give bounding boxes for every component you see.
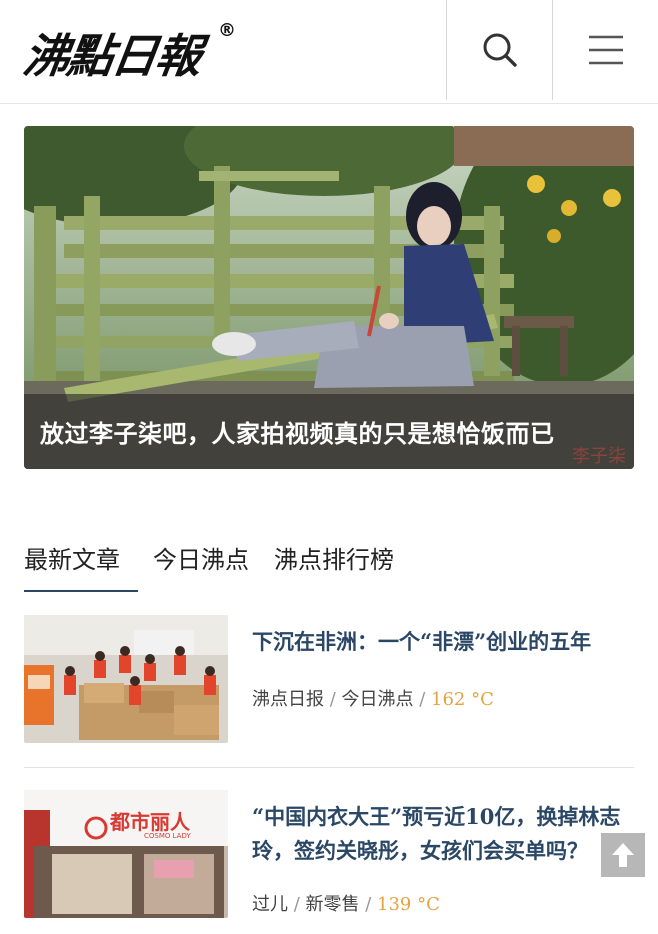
hero-title[interactable]: 放过李子柒吧，人家拍视频真的只是想恰饭而已 — [40, 414, 555, 449]
site-header: 沸點日報 ® — [0, 0, 658, 104]
site-logo[interactable]: 沸點日報 ® — [20, 14, 244, 90]
active-tab-underline — [24, 590, 138, 592]
hamburger-menu-icon — [588, 35, 623, 65]
article-thumbnail: 都市丽人 COSMO LADY — [24, 790, 228, 918]
article-title[interactable]: “中国内衣大王”预亏近10亿，换掉林志玲，签约关晓彤，女孩们会买单吗？ — [252, 800, 637, 868]
search-icon — [483, 33, 517, 67]
meta-separator: / — [324, 689, 342, 710]
article-section[interactable]: 新零售 — [306, 894, 360, 915]
article-item[interactable]: 都市丽人 COSMO LADY “中国内衣大王”预亏近10亿，换掉林志玲，签约关… — [24, 790, 634, 918]
registered-mark: ® — [218, 20, 236, 41]
hero-article-card[interactable]: 放过李子柒吧，人家拍视频真的只是想恰饭而已 李子柒 — [24, 126, 634, 469]
meta-separator: / — [359, 894, 378, 915]
hero-watermark: 李子柒 — [572, 446, 626, 467]
search-button[interactable] — [447, 0, 552, 100]
article-meta: 过儿 / 新零售 / 139 °C — [252, 890, 440, 916]
menu-button[interactable] — [553, 0, 658, 100]
article-section[interactable]: 今日沸点 — [342, 689, 414, 710]
store-sign-text: 都市丽人 — [110, 810, 190, 834]
article-divider — [24, 767, 634, 768]
article-title[interactable]: 下沉在非洲：一个“非漂”创业的五年 — [252, 625, 637, 659]
tab-latest-articles[interactable]: 最新文章 — [24, 540, 120, 575]
tab-hot-ranking[interactable]: 沸点排行榜 — [274, 540, 394, 575]
meta-separator: / — [413, 689, 432, 710]
warehouse-photo — [24, 615, 228, 743]
article-thumbnail — [24, 615, 228, 743]
article-meta: 沸点日报 / 今日沸点 / 162 °C — [252, 685, 494, 711]
tab-today-hot[interactable]: 今日沸点 — [153, 540, 249, 575]
logo-text: 沸點日報 — [19, 29, 204, 83]
arrow-up-icon — [612, 843, 634, 867]
article-item[interactable]: 下沉在非洲：一个“非漂”创业的五年 沸点日报 / 今日沸点 / 162 °C — [24, 615, 634, 743]
meta-separator: / — [288, 894, 306, 915]
article-source[interactable]: 过儿 — [252, 894, 288, 915]
hero-caption-bar: 放过李子柒吧，人家拍视频真的只是想恰饭而已 — [24, 394, 634, 469]
back-to-top-button[interactable] — [601, 833, 645, 877]
store-sign-subtext: COSMO LADY — [144, 832, 191, 840]
article-temperature: 162 °C — [431, 689, 494, 710]
article-temperature: 139 °C — [377, 894, 440, 915]
article-source[interactable]: 沸点日报 — [252, 689, 324, 710]
